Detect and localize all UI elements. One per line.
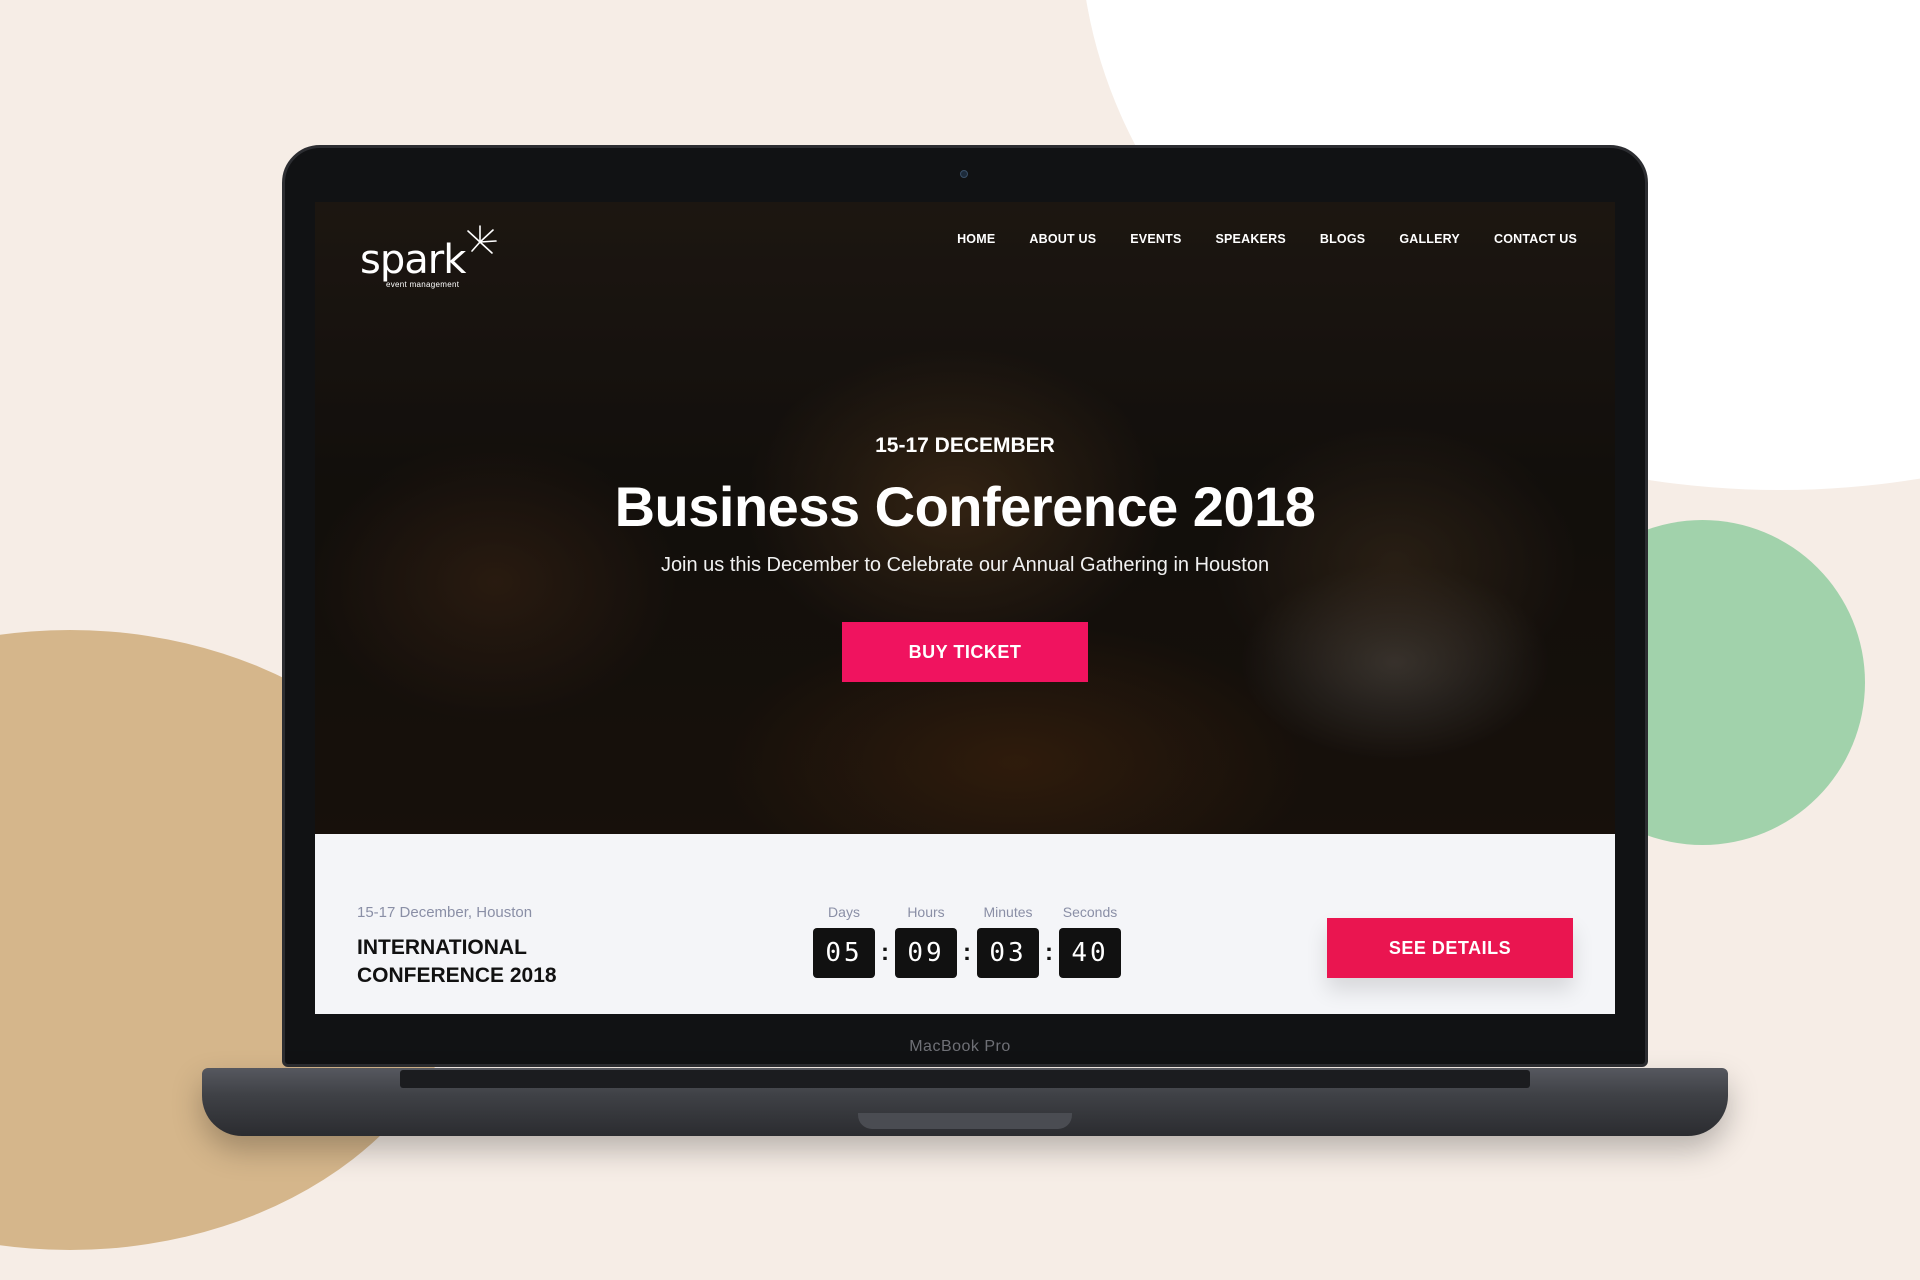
countdown-minutes-value: 03: [977, 928, 1039, 978]
laptop-screen: spark event management HOME ABOUT US EVE…: [315, 202, 1615, 1014]
nav-item-about-us[interactable]: ABOUT US: [1029, 232, 1096, 246]
see-details-button[interactable]: SEE DETAILS: [1327, 918, 1573, 978]
logo-tagline: event management: [386, 280, 460, 289]
countdown-seconds-label: Seconds: [1062, 904, 1118, 920]
nav-item-events[interactable]: EVENTS: [1130, 232, 1181, 246]
event-date-location: 15-17 December, Houston: [357, 904, 533, 921]
countdown-timer: Days 05 : Hours 09 : Minutes 03 : Second…: [812, 904, 1122, 978]
nav-item-contact-us[interactable]: CONTACT US: [1494, 232, 1577, 246]
device-label: MacBook Pro: [909, 1038, 1011, 1055]
hero-title: Business Conference 2018: [614, 475, 1316, 538]
nav-item-home[interactable]: HOME: [957, 232, 995, 246]
nav-item-blogs[interactable]: BLOGS: [1320, 232, 1365, 246]
countdown-seconds: Seconds 40: [1058, 904, 1122, 978]
countdown-minutes-label: Minutes: [983, 904, 1033, 920]
logo-star-icon: [467, 225, 497, 254]
main-nav: HOME ABOUT US EVENTS SPEAKERS BLOGS GALL…: [957, 232, 1577, 246]
hero-date: 15-17 DECEMBER: [875, 434, 1055, 457]
hero-subtitle: Join us this December to Celebrate our A…: [660, 554, 1270, 576]
countdown-minutes: Minutes 03: [976, 904, 1040, 978]
event-info-bar: 15-17 December, Houston INTERNATIONAL CO…: [315, 834, 1615, 1014]
countdown-separator: :: [963, 939, 971, 966]
hero-section: spark event management HOME ABOUT US EVE…: [315, 202, 1615, 834]
camera-icon: [960, 170, 968, 178]
logo-wordmark: spark: [360, 237, 466, 283]
buy-ticket-button[interactable]: BUY TICKET: [842, 622, 1088, 682]
nav-item-gallery[interactable]: GALLERY: [1399, 232, 1460, 246]
trackpad-notch: [858, 1113, 1072, 1129]
keyboard-edge: [400, 1070, 1530, 1088]
countdown-days-label: Days: [828, 904, 860, 920]
site-logo[interactable]: spark event management: [360, 222, 500, 292]
countdown-hours: Hours 09: [894, 904, 958, 978]
countdown-separator: :: [1045, 939, 1053, 966]
countdown-seconds-value: 40: [1059, 928, 1121, 978]
countdown-hours-value: 09: [895, 928, 957, 978]
nav-item-speakers[interactable]: SPEAKERS: [1215, 232, 1285, 246]
event-name: INTERNATIONAL CONFERENCE 2018: [357, 936, 557, 987]
countdown-days: Days 05: [812, 904, 876, 978]
countdown-separator: :: [881, 939, 889, 966]
countdown-hours-label: Hours: [907, 904, 945, 920]
countdown-days-value: 05: [813, 928, 875, 978]
